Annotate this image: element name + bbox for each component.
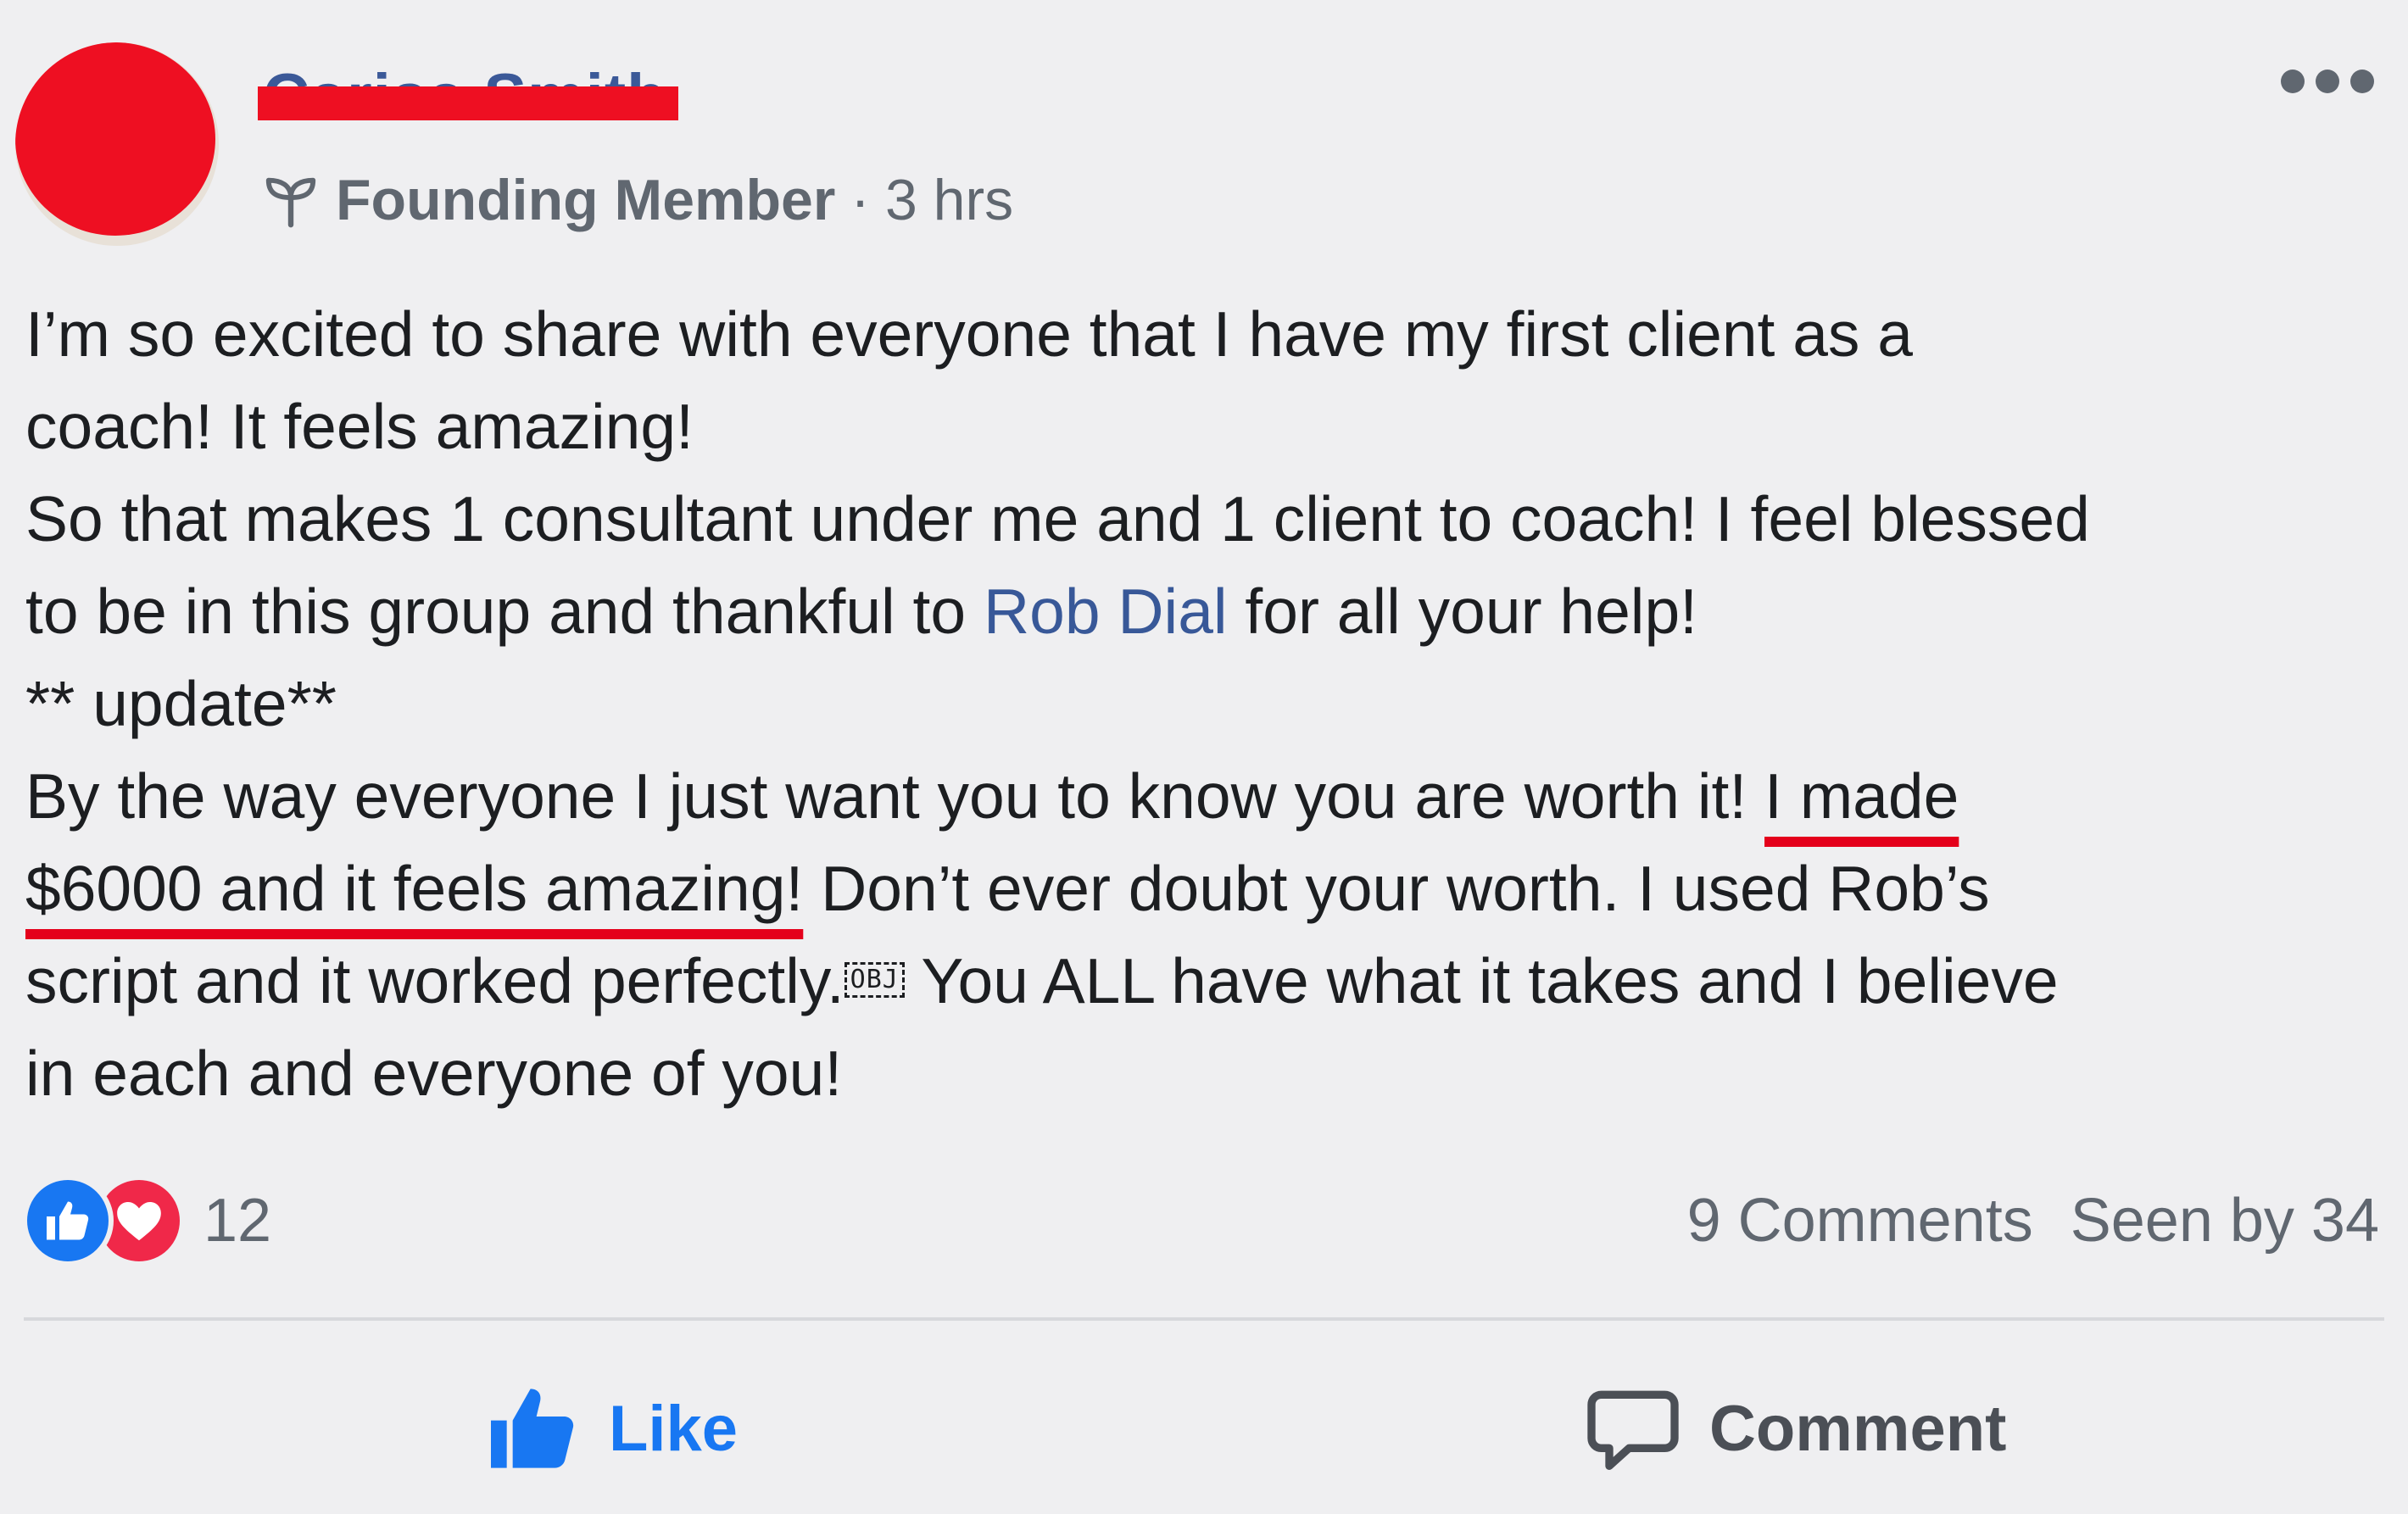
post-line: in each and everyone of you! [25, 1027, 2391, 1120]
more-dots-icon [2281, 70, 2305, 93]
author-name-area[interactable]: Carisa Smith [258, 59, 678, 136]
seen-by-link[interactable]: Seen by 34 [2071, 1186, 2379, 1255]
post-line: So that makes 1 consultant under me and … [25, 473, 2391, 565]
post-text-segment: By the way everyone I just want you to k… [25, 760, 1765, 832]
more-dot [2316, 70, 2339, 93]
post-line: to be in this group and thankful to Rob … [25, 565, 2391, 658]
avatar-redaction [15, 42, 215, 236]
post-line: I’m so excited to share with everyone th… [25, 288, 2391, 381]
highlighted-text: I made [1764, 760, 1959, 832]
group-post: Carisa Smith Founding Member · 3 hrs I’m… [0, 0, 2408, 1514]
post-text-segment: script and it worked perfectly. [25, 945, 844, 1016]
post-text-segment: for all your help! [1227, 576, 1698, 647]
post-text-segment: ** update** [25, 668, 337, 739]
post-text-segment: to be in this group and thankful to [25, 576, 984, 647]
post-meta: Founding Member · 3 hrs [261, 166, 1013, 234]
more-options-button[interactable] [2281, 64, 2374, 98]
avatar[interactable] [15, 42, 219, 246]
heart-icon [117, 1202, 161, 1241]
author-name-redaction [258, 86, 678, 120]
post-text-segment: You ALL have what it takes and I believe [904, 945, 2059, 1016]
more-dot [2350, 70, 2374, 93]
like-button-label: Like [609, 1392, 739, 1465]
mention-link-rob-dial[interactable]: Rob Dial [984, 576, 1228, 647]
member-badge-label[interactable]: Founding Member [336, 167, 835, 233]
comment-button-label: Comment [1709, 1392, 2007, 1465]
like-icon [491, 1389, 574, 1468]
object-replacement-glyph: OBJ [844, 962, 905, 998]
thumbs-up-icon [47, 1201, 89, 1240]
divider [24, 1317, 2384, 1321]
post-text: I’m so excited to share with everyone th… [25, 288, 2391, 1120]
post-text-segment: in each and everyone of you! [25, 1038, 843, 1109]
like-button[interactable]: Like [485, 1373, 738, 1483]
post-timestamp[interactable]: 3 hrs [885, 167, 1013, 233]
post-line: $6000 and it feels amazing! Don’t ever d… [25, 843, 2391, 935]
reaction-count[interactable]: 12 [203, 1186, 271, 1255]
post-line: By the way everyone I just want you to k… [25, 750, 2391, 843]
post-text-segment: Don’t ever doubt your worth. I used Rob’… [803, 853, 1990, 924]
post-text-segment: So that makes 1 consultant under me and … [25, 483, 2090, 554]
comment-icon [1587, 1390, 1679, 1470]
post-line: script and it worked perfectly. OBJ You A… [25, 935, 2391, 1027]
like-reaction-icon [22, 1175, 114, 1266]
post-line: ** update** [25, 658, 2391, 750]
meta-separator: · [850, 168, 870, 232]
comment-button[interactable]: Comment [1586, 1373, 2006, 1483]
post-stats: 9 Comments Seen by 34 [1687, 1178, 2379, 1263]
post-text-segment: coach! It feels amazing! [25, 391, 694, 462]
reactions-summary[interactable]: 12 [22, 1170, 271, 1272]
highlighted-text: $6000 and it feels amazing! [25, 853, 804, 924]
post-line: coach! It feels amazing! [25, 381, 2391, 473]
comments-count-link[interactable]: 9 Comments [1687, 1186, 2033, 1255]
post-text-segment: I’m so excited to share with everyone th… [25, 298, 1913, 370]
sprout-icon [265, 177, 316, 228]
